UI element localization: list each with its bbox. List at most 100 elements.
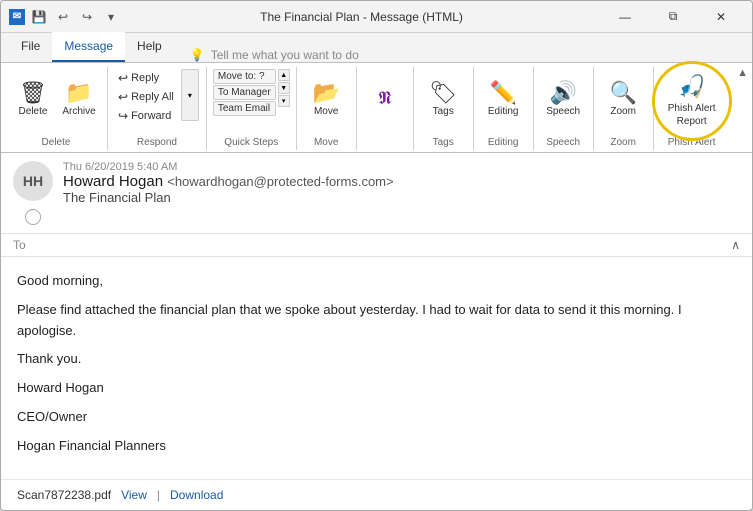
forward-icon: ↪	[118, 109, 128, 123]
move-content: 📂 Move	[304, 69, 348, 133]
to-label: To	[13, 238, 26, 252]
speech-label: Speech	[546, 137, 580, 148]
delete-icon: 🗑	[19, 82, 47, 104]
body-signature-company: Hogan Financial Planners	[17, 436, 736, 457]
zoom-button[interactable]: 🔍 Zoom	[601, 69, 645, 129]
tab-message[interactable]: Message	[52, 32, 125, 62]
tab-file[interactable]: File	[9, 32, 52, 62]
tags-icon: 🏷	[429, 82, 457, 104]
archive-button[interactable]: 📁 Archive	[57, 69, 101, 129]
reply-icon: ↩	[118, 71, 128, 85]
email-date: Thu 6/20/2019 5:40 AM	[63, 161, 740, 173]
tell-me-text: Tell me what you want to do	[211, 48, 359, 62]
collapse-to-button[interactable]: ∧	[731, 238, 740, 252]
title-bar-left: ✉ 💾 ↩ ↪ ▾	[9, 7, 121, 27]
window-title: The Financial Plan - Message (HTML)	[121, 10, 602, 24]
email-area: HH Thu 6/20/2019 5:40 AM Howard Hogan <h…	[1, 153, 752, 510]
sender-avatar: HH	[13, 161, 53, 201]
delete-button[interactable]: 🗑 Delete	[11, 69, 55, 129]
ribbon: 🗑 Delete 📁 Archive Delete ↩ Reply	[1, 63, 752, 153]
minimize-button[interactable]: —	[602, 1, 648, 33]
quick-steps-content: Move to: ? To Manager Team Email ▲ ▼ ▾	[213, 69, 290, 133]
save-qat-button[interactable]: 💾	[29, 7, 49, 27]
ribbon-group-respond: ↩ Reply ↩ Reply All ↪ Forward ▾	[108, 67, 207, 150]
sender-name: Howard Hogan	[63, 173, 163, 190]
outlook-window: ✉ 💾 ↩ ↪ ▾ The Financial Plan - Message (…	[0, 0, 753, 511]
ribbon-group-delete: 🗑 Delete 📁 Archive Delete	[5, 67, 108, 150]
ribbon-group-move: 📂 Move Move	[297, 67, 357, 150]
tab-help[interactable]: Help	[125, 32, 174, 62]
close-button[interactable]: ✕	[698, 1, 744, 33]
editing-button[interactable]: ✏️ Editing	[481, 69, 525, 129]
email-meta: Thu 6/20/2019 5:40 AM Howard Hogan <howa…	[63, 161, 740, 205]
ribbon-collapse-button[interactable]: ▲	[737, 67, 748, 79]
phish-alert-group-label: Phish Alert	[668, 137, 716, 148]
speech-icon: 🔊	[549, 82, 576, 104]
title-bar: ✉ 💾 ↩ ↪ ▾ The Financial Plan - Message (…	[1, 1, 752, 33]
qs-move-to[interactable]: Move to: ?	[213, 69, 276, 84]
respond-more-button[interactable]: ▾	[181, 69, 199, 121]
undo-qat-button[interactable]: ↩	[53, 7, 73, 27]
reply-all-button[interactable]: ↩ Reply All	[114, 88, 178, 106]
body-signature-title: CEO/Owner	[17, 407, 736, 428]
ribbon-group-quick-steps: Move to: ? To Manager Team Email ▲ ▼ ▾ Q…	[207, 67, 297, 150]
respond-col: ↩ Reply ↩ Reply All ↪ Forward	[114, 69, 178, 125]
phish-alert-label: Phish AlertReport	[668, 102, 716, 128]
delete-group-content: 🗑 Delete 📁 Archive	[11, 69, 101, 133]
speech-content: 🔊 Speech	[541, 69, 585, 133]
qs-more-button[interactable]: ▾	[278, 95, 290, 107]
editing-label: Editing	[488, 137, 519, 148]
zoom-content: 🔍 Zoom	[601, 69, 645, 133]
window-controls: — ⧉ ✕	[602, 1, 744, 33]
onenote-button[interactable]: 𝕹	[363, 69, 407, 129]
quick-steps-label: Quick Steps	[224, 137, 278, 148]
body-thanks: Thank you.	[17, 349, 736, 370]
respond-group-content: ↩ Reply ↩ Reply All ↪ Forward ▾	[114, 69, 200, 133]
qs-team-email[interactable]: Team Email	[213, 101, 276, 116]
ribbon-group-tags: 🏷 Tags Tags	[414, 67, 474, 150]
attachment-separator: |	[157, 488, 160, 502]
phish-alert-button[interactable]: 🎣 Phish AlertReport	[662, 69, 722, 133]
tags-content: 🏷 Tags	[421, 69, 465, 133]
editing-icon: ✏️	[489, 82, 516, 104]
editing-content: ✏️ Editing	[481, 69, 525, 133]
onenote-icon: 𝕹	[378, 89, 392, 107]
zoom-label: Zoom	[610, 137, 636, 148]
move-label: Move	[314, 137, 338, 148]
more-qat-button[interactable]: ▾	[101, 7, 121, 27]
body-greeting: Good morning,	[17, 271, 736, 292]
email-body: Good morning, Please find attached the f…	[1, 257, 752, 479]
attachment-view-link[interactable]: View	[121, 488, 147, 502]
qs-down-button[interactable]: ▼	[278, 82, 290, 94]
phish-alert-highlight-circle	[652, 61, 732, 141]
respond-group-label: Respond	[137, 137, 177, 148]
move-button[interactable]: 📂 Move	[304, 69, 348, 129]
tags-label: Tags	[433, 137, 454, 148]
ribbon-group-editing: ✏️ Editing Editing	[474, 67, 534, 150]
avatar-circle	[25, 209, 41, 225]
qs-to-manager[interactable]: To Manager	[213, 85, 276, 100]
body-main: Please find attached the financial plan …	[17, 300, 736, 342]
email-header: HH Thu 6/20/2019 5:40 AM Howard Hogan <h…	[1, 153, 752, 234]
archive-icon: 📁	[65, 82, 92, 104]
attachment-download-link[interactable]: Download	[170, 488, 223, 502]
reply-button[interactable]: ↩ Reply	[114, 69, 178, 87]
forward-button[interactable]: ↪ Forward	[114, 107, 178, 125]
body-signature-name: Howard Hogan	[17, 378, 736, 399]
tags-button[interactable]: 🏷 Tags	[421, 69, 465, 129]
email-from: Howard Hogan <howardhogan@protected-form…	[63, 173, 740, 190]
zoom-icon: 🔍	[609, 82, 636, 104]
phish-alert-content: 🎣 Phish AlertReport	[662, 69, 722, 133]
to-row: To ∧	[1, 234, 752, 257]
speech-button[interactable]: 🔊 Speech	[541, 69, 585, 129]
ribbon-group-zoom: 🔍 Zoom Zoom	[594, 67, 654, 150]
ribbon-group-phish-alert: 🎣 Phish AlertReport Phish Alert	[654, 67, 730, 150]
phish-alert-icon: 🎣	[678, 74, 705, 100]
qs-up-button[interactable]: ▲	[278, 69, 290, 81]
sender-email: <howardhogan@protected-forms.com>	[167, 174, 393, 189]
redo-qat-button[interactable]: ↪	[77, 7, 97, 27]
quick-steps-list: Move to: ? To Manager Team Email	[213, 69, 276, 116]
restore-button[interactable]: ⧉	[650, 1, 696, 33]
app-icon: ✉	[9, 9, 25, 25]
move-icon: 📂	[312, 82, 339, 104]
